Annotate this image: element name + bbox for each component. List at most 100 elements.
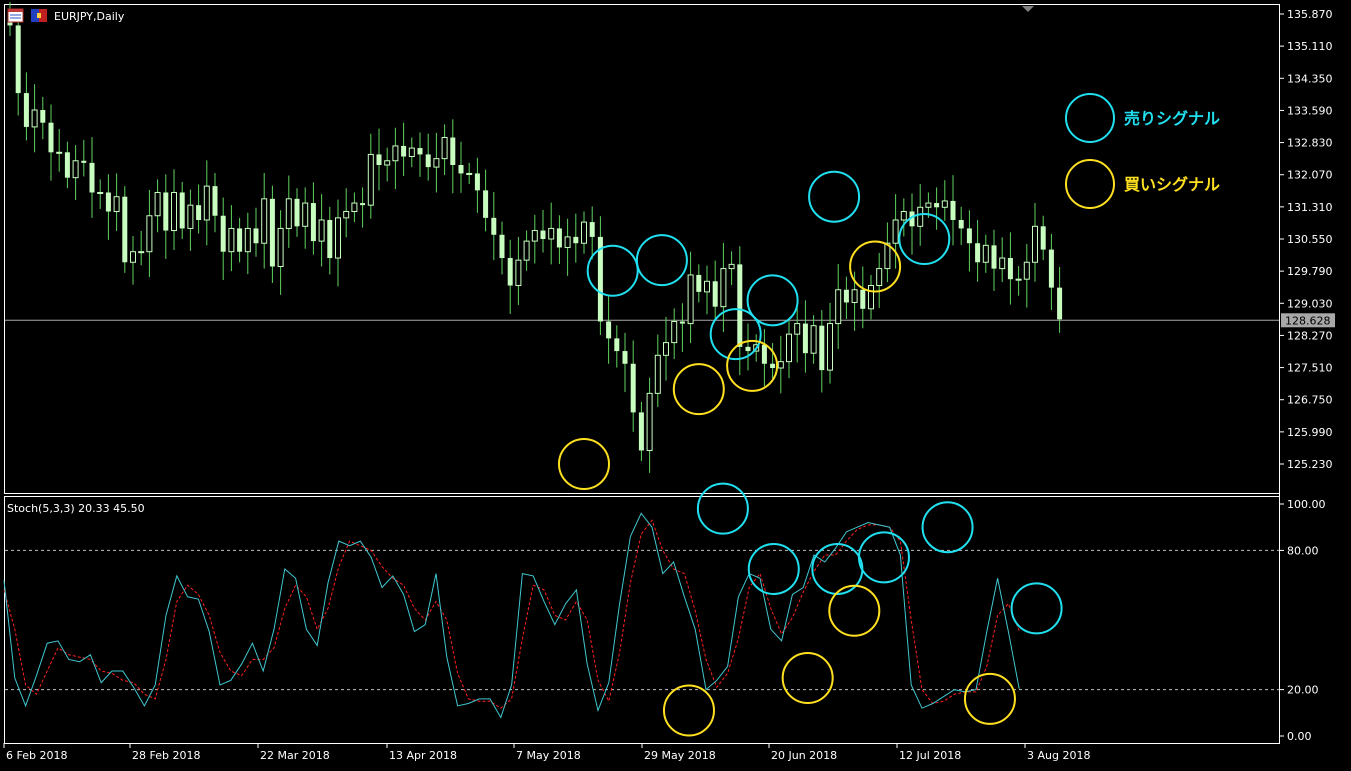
candle-bull <box>523 240 530 261</box>
candle-bull <box>663 342 669 356</box>
candle-bull <box>244 227 251 253</box>
candle-bear <box>179 192 185 229</box>
candle-bull <box>827 323 833 371</box>
current-price-tag: 128.628 <box>1281 313 1335 328</box>
candle-bull <box>261 198 268 244</box>
candle-bull <box>302 202 309 227</box>
candle-bull <box>1023 261 1030 280</box>
candle-bull <box>687 274 694 325</box>
stoch-label: Stoch(5,3,3) 20.33 45.50 <box>7 502 145 515</box>
time-tick-label: 12 Jul 2018 <box>899 749 961 762</box>
price-tick-label: 129.790 <box>1287 265 1333 278</box>
stoch-buy-signal-circle <box>963 672 1016 725</box>
stoch-sell-signal-circle <box>921 501 974 554</box>
candle-bull <box>277 227 284 267</box>
sell-signal-circle <box>586 244 639 297</box>
flag-icon[interactable] <box>31 9 47 22</box>
sell-legend-label: 売りシグナル <box>1124 109 1220 128</box>
candle-bull <box>97 191 104 194</box>
candle-bear <box>220 215 226 252</box>
candle-bull <box>720 268 727 308</box>
candle-bull <box>1032 225 1038 263</box>
candle-bull <box>1015 278 1022 281</box>
sell-signal-circle <box>635 234 688 287</box>
candle-bull <box>646 392 653 451</box>
window-menu-icon[interactable] <box>7 8 24 23</box>
buy-signal-circle <box>849 240 902 293</box>
price-tick-label: 132.830 <box>1287 137 1333 150</box>
candle-bear <box>934 203 940 208</box>
candle-bull <box>146 215 153 253</box>
buy-legend-circle-icon <box>1065 159 1115 209</box>
candle-bull <box>408 147 415 158</box>
candle-bull <box>392 145 399 162</box>
candle-bull <box>441 136 448 160</box>
stoch-tick-label: 80.00 <box>1287 544 1319 557</box>
candle-bear <box>417 148 423 155</box>
candle-bull <box>728 263 735 270</box>
candle-bear <box>253 228 259 244</box>
candle-bull <box>794 323 801 335</box>
candle-bear <box>770 363 776 368</box>
candle-bull <box>999 257 1006 270</box>
price-tick-label: 130.550 <box>1287 233 1333 246</box>
candle-bear <box>450 137 456 165</box>
candle-bear <box>237 228 243 252</box>
price-tick-label: 135.870 <box>1287 8 1333 21</box>
candle-bear <box>81 160 87 163</box>
candle-bear <box>499 234 505 259</box>
candlestick-series <box>7 2 1063 473</box>
candle-bull <box>941 200 948 208</box>
candle-bull <box>777 361 784 369</box>
candle-bull <box>318 219 325 242</box>
candle-bull <box>138 251 145 254</box>
eurjpy-chart[interactable]: 135.870 135.110 134.350 133.590 132.830 132.0… <box>0 0 1351 771</box>
candle-bull <box>531 230 538 242</box>
candle-bear <box>1048 249 1054 288</box>
candle-bear <box>212 186 218 216</box>
candle-bull <box>384 160 391 166</box>
buy-signal-circle <box>558 438 610 490</box>
stoch-sell-signal-circle <box>1010 582 1063 635</box>
candle-bull <box>851 289 858 303</box>
candle-bear <box>48 122 54 153</box>
candle-bull <box>876 268 883 287</box>
price-tick-label: 126.750 <box>1287 394 1333 407</box>
buy-signal-circle <box>726 339 779 392</box>
time-axis: 6 Feb 2018 28 Feb 2018 22 Mar 2018 13 Apr 2… <box>3 743 1090 762</box>
candle-bear <box>89 162 95 193</box>
candle-bull <box>171 191 177 232</box>
price-tick-label: 125.230 <box>1287 458 1333 471</box>
sell-signal-circle <box>746 274 799 327</box>
candle-bear <box>991 245 997 269</box>
candle-bull <box>900 211 907 221</box>
candle-bull <box>515 259 522 287</box>
time-tick-label: 3 Aug 2018 <box>1027 749 1090 762</box>
candle-bear <box>679 321 685 324</box>
time-tick-label: 29 May 2018 <box>644 749 716 762</box>
candle-bear <box>950 200 956 220</box>
candle-bull <box>367 153 374 206</box>
candle-bear <box>196 205 202 220</box>
candle-bear <box>1057 287 1063 320</box>
stoch-tick-label: 100.00 <box>1287 498 1326 511</box>
candle-bear <box>606 321 612 339</box>
price-tick-label: 128.270 <box>1287 329 1333 342</box>
candle-bear <box>573 236 579 244</box>
price-tick-label: 127.510 <box>1287 362 1333 375</box>
candle-bull <box>113 196 120 213</box>
stoch-tick-label: 0.00 <box>1287 730 1312 743</box>
candle-bear <box>122 196 128 263</box>
candle-bull <box>433 158 440 168</box>
chart-window: 135.870 135.110 134.350 133.590 132.830 132.0… <box>0 0 1351 771</box>
time-tick-label: 22 Mar 2018 <box>260 749 330 762</box>
candle-bull <box>564 236 571 248</box>
candle-bear <box>491 217 497 235</box>
price-tick-label: 133.590 <box>1287 104 1333 117</box>
chart-shift-marker-icon[interactable] <box>1022 6 1034 12</box>
candle-bear <box>556 228 562 248</box>
candle-bear <box>269 198 275 267</box>
stoch-tick-label: 20.00 <box>1287 684 1319 697</box>
candle-bull <box>884 242 891 270</box>
candle-bear <box>425 154 431 168</box>
